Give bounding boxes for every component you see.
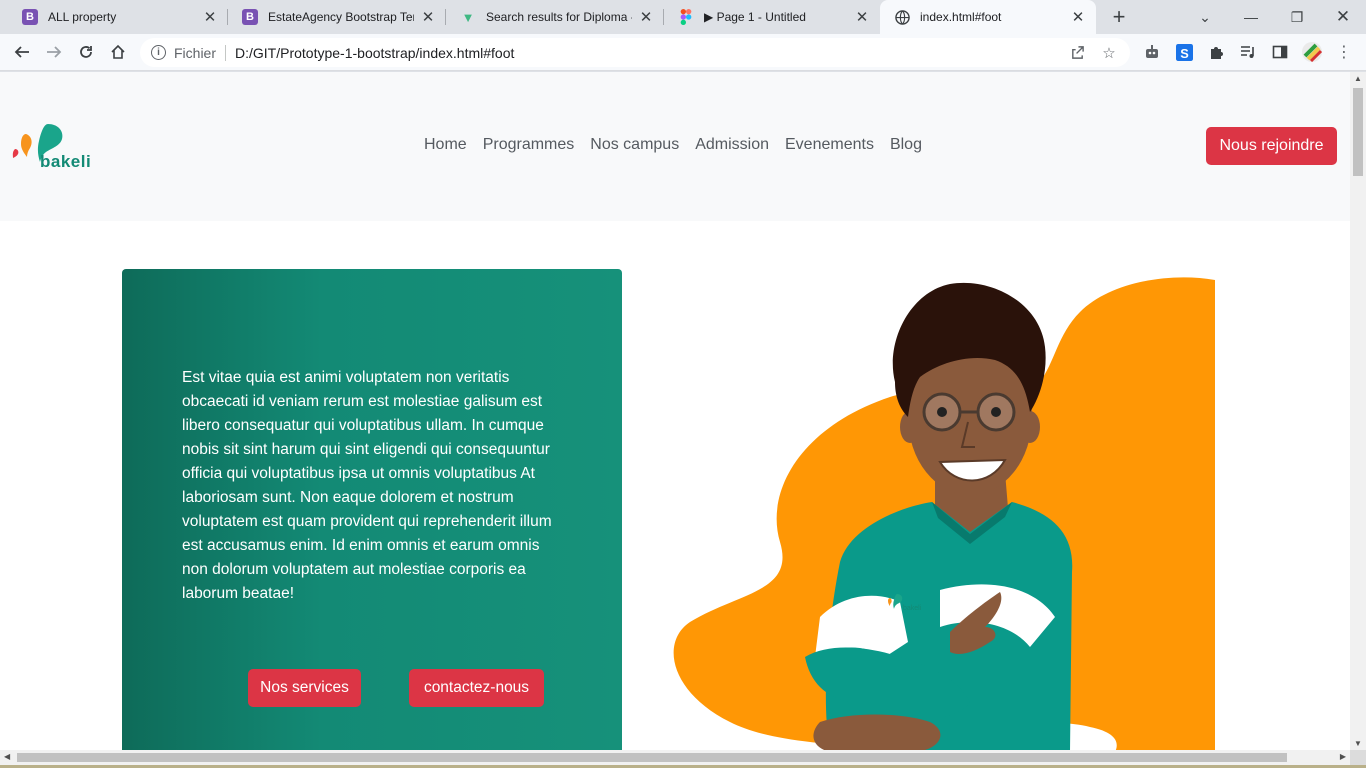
figma-icon [678, 9, 694, 25]
bakeli-logo[interactable]: bakeli [10, 122, 100, 172]
close-tab-icon[interactable]: ✕ [420, 9, 436, 26]
ear-left [900, 411, 920, 443]
shirt-logo-text: bakeli [903, 605, 922, 612]
eye-right [991, 407, 1001, 417]
nav-link-evenements[interactable]: Evenements [777, 136, 882, 154]
minimize-button[interactable]: — [1228, 0, 1274, 34]
scroll-left-arrow-icon[interactable]: ◀ [4, 752, 10, 761]
chrome-menu-icon[interactable]: ⋮ [1332, 40, 1356, 64]
back-arrow-icon[interactable] [10, 40, 34, 64]
vertical-scroll-thumb[interactable] [1353, 88, 1363, 176]
close-tab-icon[interactable]: ✕ [638, 9, 654, 26]
url-text[interactable]: D:/GIT/Prototype-1-bootstrap/index.html#… [235, 45, 1066, 61]
extension-s-icon[interactable]: S [1172, 40, 1196, 64]
new-tab-button[interactable]: + [1108, 4, 1130, 29]
close-window-button[interactable]: ✕ [1320, 0, 1366, 34]
logo-text: bakeli [40, 152, 92, 171]
tab-title: ALL property [48, 10, 117, 24]
browser-tab[interactable]: B EstateAgency Bootstrap Temp ✕ [228, 0, 446, 34]
scroll-up-arrow-icon[interactable]: ▲ [1354, 74, 1362, 83]
vertical-scrollbar[interactable]: ▲ ▼ [1350, 72, 1366, 750]
forward-arrow-icon[interactable] [42, 40, 66, 64]
scrollbar-corner [1350, 750, 1366, 765]
site-info-icon[interactable]: i [151, 45, 166, 60]
browser-tab[interactable]: ▶ Page 1 - Untitled ✕ [664, 0, 880, 34]
tab-title: Search results for Diploma - F [486, 10, 632, 24]
horizontal-scroll-thumb[interactable] [17, 753, 1287, 762]
profile-avatar-icon[interactable] [1300, 40, 1324, 64]
horizontal-scrollbar[interactable]: ◀ ▶ [0, 750, 1350, 765]
url-scheme-label: Fichier [174, 44, 217, 61]
reload-icon[interactable] [74, 40, 98, 64]
tab-title: index.html#foot [920, 10, 1002, 24]
nav-link-home[interactable]: Home [416, 136, 475, 154]
share-icon[interactable] [1066, 42, 1088, 64]
nav-link-admission[interactable]: Admission [687, 136, 777, 154]
main-nav: Home Programmes Nos campus Admission Eve… [416, 136, 930, 154]
tab-title: EstateAgency Bootstrap Temp [268, 10, 414, 24]
nav-link-nos-campus[interactable]: Nos campus [582, 136, 687, 154]
media-queue-icon[interactable] [1236, 40, 1260, 64]
eye-left [937, 407, 947, 417]
scroll-down-arrow-icon[interactable]: ▼ [1354, 739, 1362, 748]
close-tab-icon[interactable]: ✕ [202, 9, 218, 26]
hero-card: Est vitae quia est animi voluptatem non … [122, 269, 622, 750]
bootstrap-icon: B [242, 9, 258, 25]
join-button[interactable]: Nous rejoindre [1206, 127, 1337, 165]
hero-paragraph: Est vitae quia est animi voluptatem non … [182, 369, 552, 602]
ear-right [1020, 411, 1040, 443]
home-icon[interactable] [106, 40, 130, 64]
contact-button[interactable]: contactez-nous [409, 669, 544, 707]
restore-button[interactable]: ❐ [1274, 0, 1320, 34]
nav-link-blog[interactable]: Blog [882, 136, 930, 154]
bootstrap-icon: B [22, 9, 38, 25]
nav-link-programmes[interactable]: Programmes [475, 136, 583, 154]
forearm-left [813, 714, 941, 750]
tab-title: ▶ Page 1 - Untitled [704, 10, 806, 24]
scroll-right-arrow-icon[interactable]: ▶ [1340, 752, 1346, 761]
svg-text:S: S [1180, 45, 1189, 60]
services-button[interactable]: Nos services [248, 669, 361, 707]
bookmark-star-icon[interactable]: ☆ [1098, 42, 1120, 64]
omnibox-divider [225, 44, 227, 61]
close-tab-icon[interactable]: ✕ [854, 9, 870, 26]
vector-icon: ▼ [461, 9, 475, 25]
address-bar[interactable]: i Fichier D:/GIT/Prototype-1-bootstrap/i… [140, 38, 1130, 67]
side-panel-icon[interactable] [1268, 40, 1292, 64]
site-header: bakeli Home Programmes Nos campus Admiss… [0, 72, 1350, 221]
globe-icon [894, 9, 910, 25]
close-tab-icon[interactable]: ✕ [1070, 9, 1086, 26]
browser-tab[interactable]: B ALL property ✕ [8, 0, 228, 34]
tab-search-chevron-icon[interactable]: ⌄ [1182, 0, 1228, 34]
browser-tab-strip: B ALL property ✕ B EstateAgency Bootstra… [0, 0, 1366, 34]
extensions-puzzle-icon[interactable] [1204, 40, 1228, 64]
student-illustration: bakeli [673, 277, 1215, 750]
page-viewport: bakeli Home Programmes Nos campus Admiss… [0, 72, 1350, 750]
extension-robot-icon[interactable] [1140, 40, 1164, 64]
browser-toolbar: i Fichier D:/GIT/Prototype-1-bootstrap/i… [0, 34, 1366, 71]
browser-tab[interactable]: ▼ Search results for Diploma - F ✕ [446, 0, 664, 34]
browser-tab-active[interactable]: index.html#foot ✕ [880, 0, 1096, 34]
